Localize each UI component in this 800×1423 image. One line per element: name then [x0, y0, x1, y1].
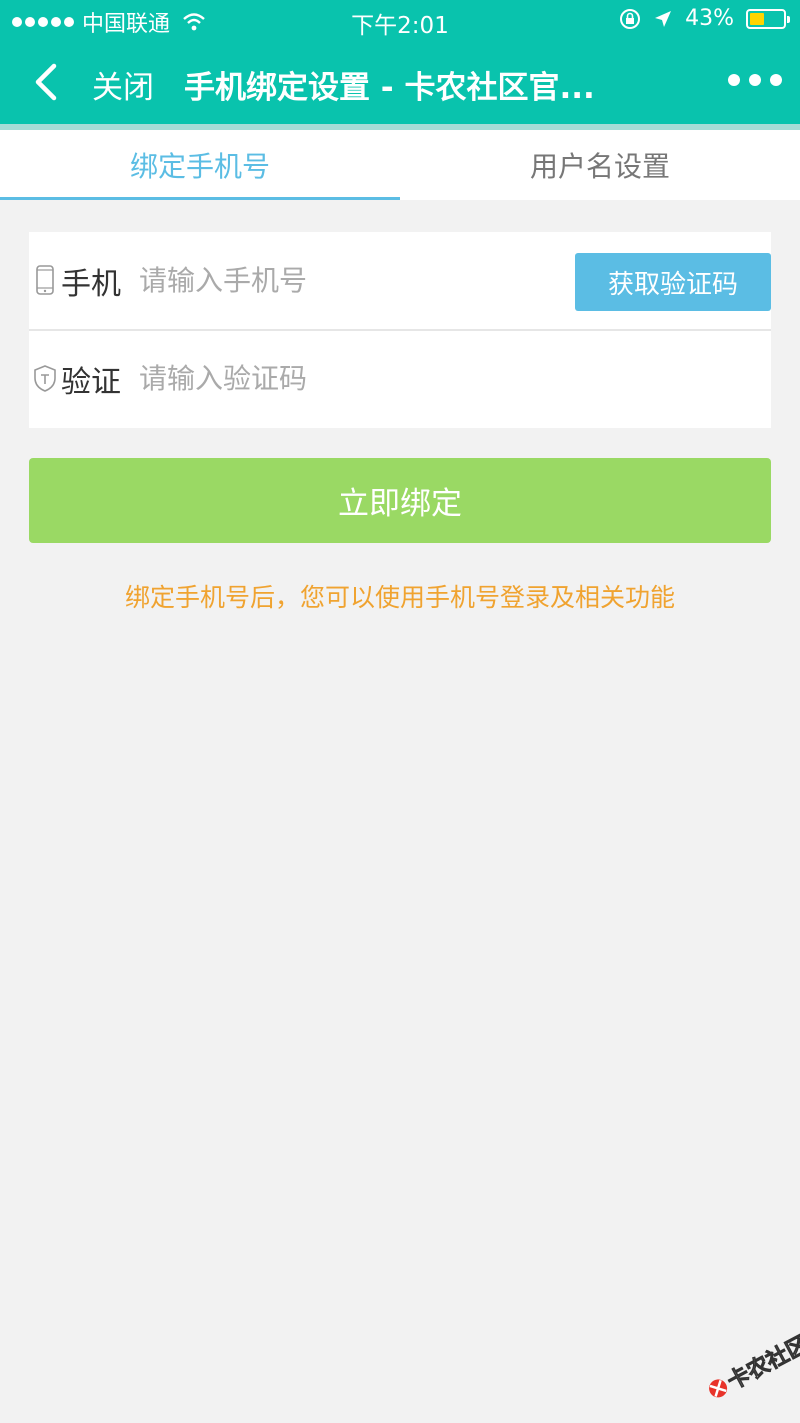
code-input[interactable]	[139, 352, 539, 404]
tab-username-settings[interactable]: 用户名设置	[400, 130, 800, 200]
battery-percent: 43%	[685, 6, 734, 31]
bind-hint-text: 绑定手机号后，您可以使用手机号登录及相关功能	[124, 583, 675, 612]
chevron-left-icon[interactable]	[28, 58, 72, 106]
status-bar: 中国联通 下午2:01 43%	[0, 0, 800, 40]
phone-row: 手机 获取验证码	[29, 232, 771, 331]
phone-input[interactable]	[139, 254, 539, 306]
top-bar: 中国联通 下午2:01 43% 关闭 手机绑定设置 - 卡农社区官...	[0, 0, 800, 124]
code-label: 验证	[61, 365, 121, 400]
kanong-logo-icon: 卡农社区	[709, 1330, 800, 1398]
nav-bar: 关闭 手机绑定设置 - 卡农社区官...	[0, 40, 800, 124]
battery-icon	[746, 8, 790, 29]
phone-icon	[36, 265, 54, 295]
page-title: 手机绑定设置 - 卡农社区官...	[184, 70, 595, 106]
shield-icon	[34, 365, 56, 392]
battery-level-fill	[750, 12, 764, 25]
tab-bar: 绑定手机号 用户名设置	[0, 130, 800, 200]
bind-form: 手机 获取验证码 验证	[29, 232, 771, 428]
orientation-lock-icon	[620, 8, 641, 29]
get-code-button[interactable]: 获取验证码	[575, 253, 771, 311]
location-arrow-icon	[655, 10, 672, 27]
more-dots-icon[interactable]	[728, 74, 782, 86]
status-right: 43%	[619, 6, 790, 31]
svg-text:卡农社区: 卡农社区	[723, 1331, 800, 1395]
tab-bind-phone[interactable]: 绑定手机号	[0, 130, 400, 200]
phone-label: 手机	[61, 267, 121, 302]
code-row: 验证	[29, 330, 771, 427]
bind-now-button[interactable]: 立即绑定	[29, 458, 771, 543]
close-button[interactable]: 关闭	[92, 62, 154, 107]
